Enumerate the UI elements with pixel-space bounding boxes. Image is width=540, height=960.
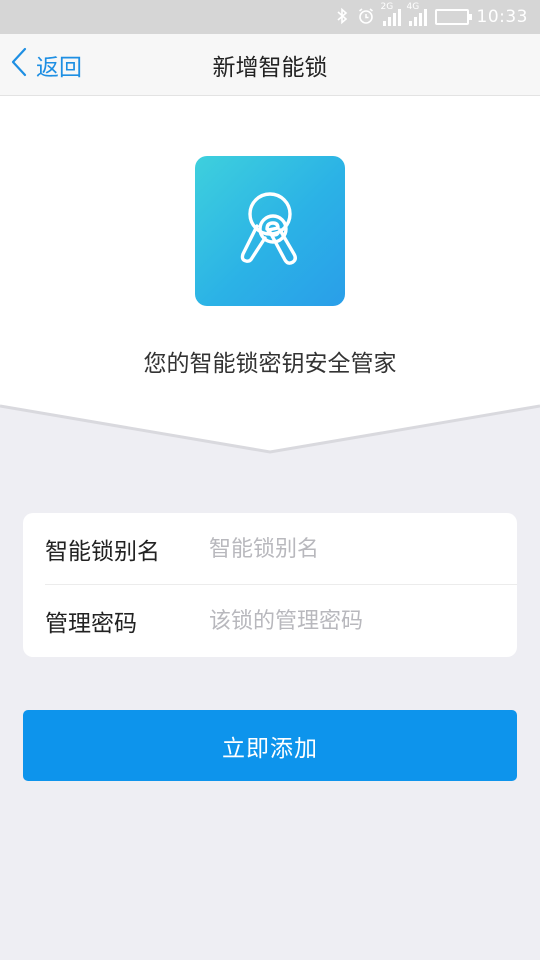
alias-row: 智能锁别名: [23, 513, 517, 585]
chevron-left-icon: [10, 47, 28, 83]
navigation-bar: 返回 新增智能锁: [0, 34, 540, 96]
bluetooth-icon: [335, 7, 349, 28]
lock-form: 智能锁别名 管理密码: [23, 513, 517, 657]
network-type-label: 4G: [406, 2, 420, 12]
hero-slogan: 您的智能锁密钥安全管家: [143, 351, 397, 377]
hero-section: 您的智能锁密钥安全管家: [0, 96, 540, 406]
back-button-label: 返回: [36, 55, 82, 81]
alarm-icon: [357, 7, 375, 28]
status-time: 10:33: [476, 7, 528, 27]
back-button[interactable]: 返回: [10, 34, 82, 96]
network-type-label: 2G: [380, 2, 394, 12]
alias-label: 智能锁别名: [45, 539, 160, 565]
keys-icon: [195, 156, 345, 306]
status-bar: 2G 4G 10:33: [0, 0, 540, 34]
password-row: 管理密码: [23, 585, 517, 657]
status-icons: 2G 4G 10:33: [335, 2, 529, 28]
hero-divider: [0, 402, 540, 454]
password-label: 管理密码: [45, 611, 137, 637]
alias-input[interactable]: [209, 529, 499, 569]
battery-icon: [434, 9, 472, 25]
add-now-button[interactable]: 立即添加: [23, 710, 517, 781]
signal-icon: 4G: [407, 2, 427, 26]
password-input[interactable]: [209, 601, 499, 641]
signal-icon: 2G: [381, 2, 401, 26]
